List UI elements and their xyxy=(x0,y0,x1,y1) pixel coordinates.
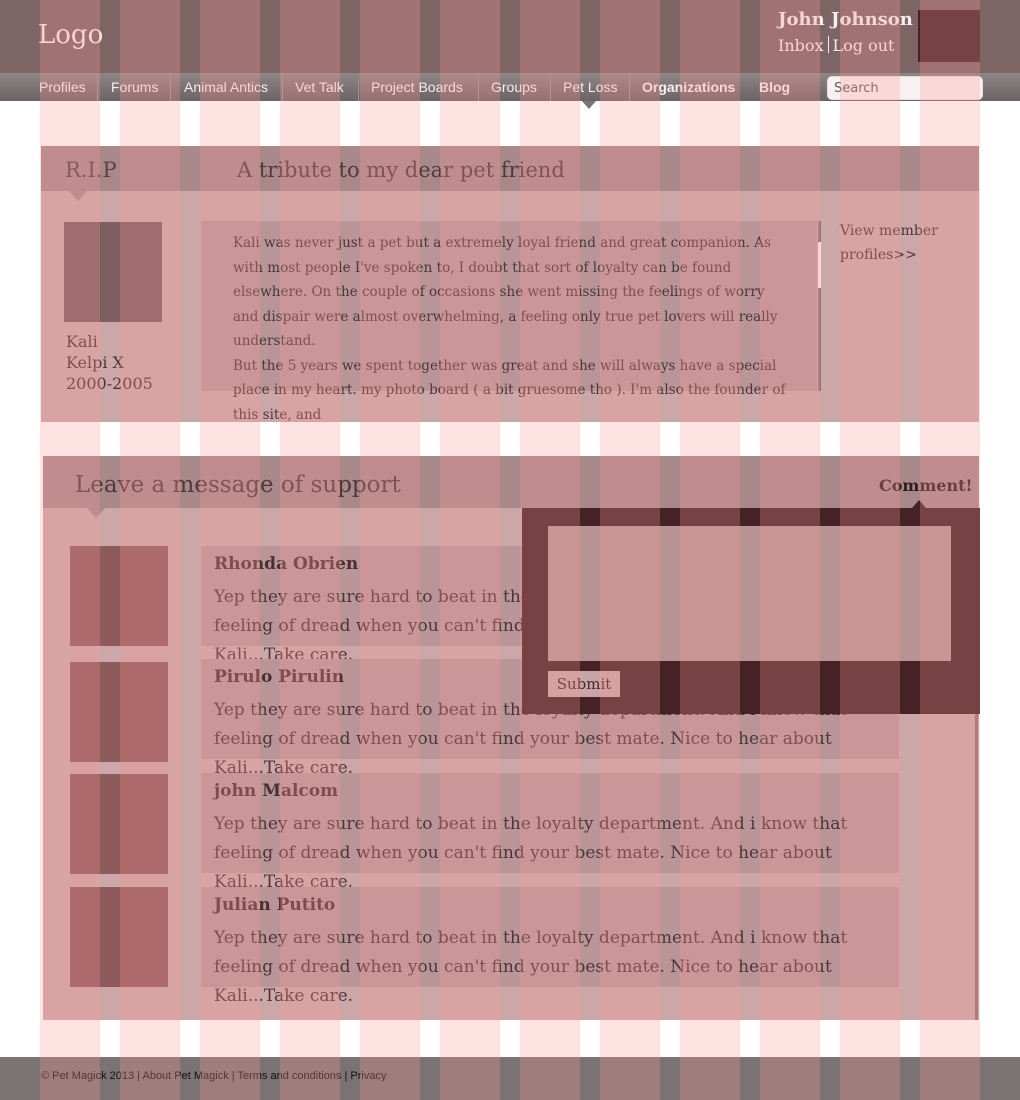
privacy-link[interactable]: Privacy xyxy=(350,1070,386,1082)
tribute-title: A tribute to my dear pet friend xyxy=(237,158,565,182)
nav-divider xyxy=(97,73,98,101)
nav-item-animal-antics[interactable]: Animal Antics xyxy=(184,79,268,95)
user-avatar[interactable] xyxy=(918,10,980,62)
comment-textarea[interactable] xyxy=(548,526,951,661)
nav-item-forums[interactable]: Forums xyxy=(111,79,158,95)
tribute-paragraph: Kali was never just a pet but a extremel… xyxy=(233,235,778,349)
about-link[interactable]: About Pet Magick xyxy=(142,1070,228,1082)
nav-item-blog[interactable]: Blog xyxy=(759,79,790,95)
active-nav-indicator xyxy=(582,101,596,109)
nav-divider xyxy=(478,73,479,101)
comment-text: Yep they are sure hard to beat in the lo… xyxy=(214,814,848,892)
link-divider xyxy=(827,36,829,53)
nav-item-groups[interactable]: Groups xyxy=(491,79,537,95)
footer-links: © Pet Magick 2013 | About Pet Magick | T… xyxy=(41,1070,387,1082)
commenter-avatar[interactable] xyxy=(70,662,168,762)
nav-item-organizations[interactable]: Organizations xyxy=(642,79,735,95)
nav-divider xyxy=(282,73,283,101)
search-input[interactable] xyxy=(827,76,983,100)
nav-divider xyxy=(550,73,551,101)
copyright-text: © Pet Magick 2013 xyxy=(41,1070,135,1082)
tribute-scrollbar-thumb[interactable] xyxy=(818,242,821,288)
comment-author[interactable]: john Malcom xyxy=(214,781,338,801)
comment-item: john Malcom Yep they are sure hard to be… xyxy=(201,773,899,892)
view-member-profiles-link[interactable]: View member profiles>> xyxy=(840,219,950,267)
pet-years: 2000-2005 xyxy=(66,374,153,393)
nav-item-pet-loss[interactable]: Pet Loss xyxy=(563,79,617,95)
comment-item: Julian Putito Yep they are sure hard to … xyxy=(201,887,899,1006)
pet-photo[interactable] xyxy=(64,222,162,322)
nav-item-project-boards[interactable]: Project Boards xyxy=(371,79,463,95)
pet-name: Kali xyxy=(66,332,98,351)
site-logo[interactable]: Logo xyxy=(38,20,103,50)
rip-label: R.I.P xyxy=(65,158,117,182)
terms-link[interactable]: Terms and conditions xyxy=(237,1070,341,1082)
commenter-avatar[interactable] xyxy=(70,546,168,646)
header-pointer xyxy=(69,191,87,201)
commenter-avatar[interactable] xyxy=(70,774,168,874)
footer: © Pet Magick 2013 | About Pet Magick | T… xyxy=(0,1057,1020,1100)
pet-info: Kali Kelpi X 2000-2005 xyxy=(66,331,153,394)
nav-item-profiles[interactable]: Profiles xyxy=(39,79,86,95)
support-title: Leave a message of support xyxy=(75,472,401,498)
tribute-text: Kali was never just a pet but a extremel… xyxy=(233,231,793,427)
nav-item-vet-talk[interactable]: Vet Talk xyxy=(295,79,344,95)
comment-author[interactable]: Julian Putito xyxy=(214,895,335,915)
top-header: Logo John Johnson Inbox Log out xyxy=(0,0,1020,73)
comment-link[interactable]: Comment! xyxy=(879,476,973,495)
comment-popup-pointer xyxy=(912,500,926,508)
nav-divider xyxy=(170,73,171,101)
nav-divider xyxy=(358,73,359,101)
comment-text: Yep they are sure hard to beat in the lo… xyxy=(214,928,848,1006)
header-pointer xyxy=(87,508,105,518)
submit-button[interactable]: Submit xyxy=(548,671,620,697)
nav-divider xyxy=(629,73,630,101)
user-links: Inbox Log out xyxy=(778,36,894,55)
logout-link[interactable]: Log out xyxy=(833,36,895,55)
commenter-avatar[interactable] xyxy=(70,887,168,987)
tribute-paragraph: But the 5 years we spent together was gr… xyxy=(233,357,786,423)
pet-breed: Kelpi X xyxy=(66,353,124,372)
inbox-link[interactable]: Inbox xyxy=(778,36,824,55)
user-name[interactable]: John Johnson xyxy=(778,9,913,30)
comment-author[interactable]: Rhonda Obrien xyxy=(214,554,358,574)
comment-author[interactable]: Pirulo Pirulin xyxy=(214,667,344,687)
